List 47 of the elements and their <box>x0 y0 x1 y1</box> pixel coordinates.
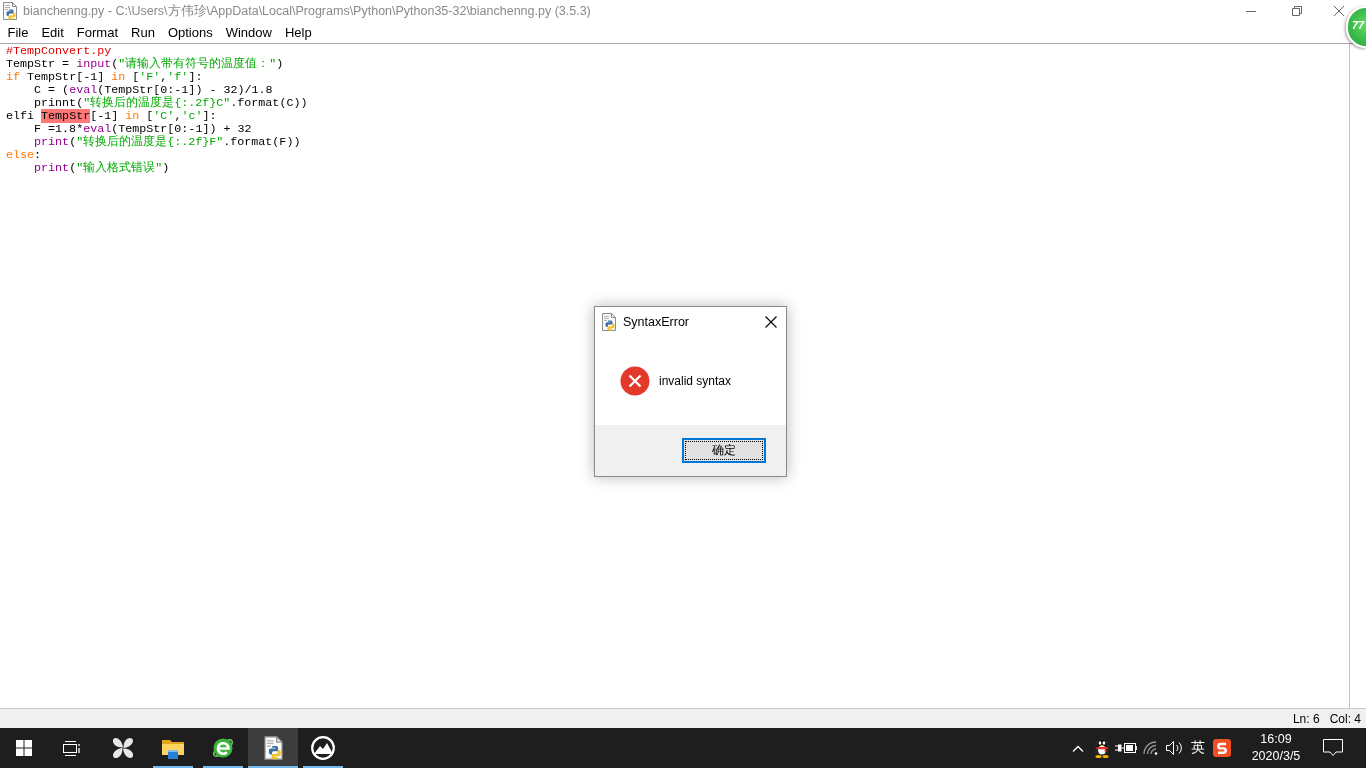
clock-time: 16:09 <box>1260 731 1292 748</box>
wifi-icon <box>1142 741 1158 755</box>
menu-item[interactable]: File <box>1 25 35 40</box>
python-file-icon <box>262 736 284 760</box>
pinwheel-icon <box>112 737 134 759</box>
ok-button[interactable]: 确定 <box>682 438 766 463</box>
battery-charging-icon <box>1115 742 1137 754</box>
ime-logo-icon <box>1213 739 1231 757</box>
mountain-icon <box>311 736 335 760</box>
code-line: #TempConvert.py <box>6 45 112 58</box>
code-line: F =1.8*eval(TempStr[0:-1]) + 32 <box>34 123 252 136</box>
input-mode-indicator[interactable]: 英 <box>1186 728 1210 768</box>
menu-item[interactable]: Window <box>219 25 279 40</box>
folder-icon <box>161 737 185 759</box>
code-line: elfi TempStr[-1] in ['C','c']: <box>6 110 217 123</box>
taskbar-app-button[interactable] <box>248 728 298 768</box>
code-line: print("输入格式错误") <box>34 162 170 175</box>
code-line: if TempStr[-1] in ['F','f']: <box>6 71 203 84</box>
speech-bubble-icon <box>1323 739 1343 757</box>
column-number-status: Col: 4 <box>1329 711 1361 726</box>
clock-date: 2020/3/5 <box>1251 748 1301 765</box>
python-file-icon <box>601 312 617 331</box>
speaker-icon <box>1165 740 1183 756</box>
task-view-icon <box>62 740 80 756</box>
chevron-up-icon <box>1072 744 1084 752</box>
menu-item[interactable]: Edit <box>34 25 71 40</box>
code-line: else: <box>6 149 42 162</box>
menu-item[interactable]: Options <box>161 25 220 40</box>
menu-item[interactable]: Help <box>278 25 319 40</box>
error-icon <box>620 365 650 396</box>
windows-logo-icon <box>16 740 32 756</box>
code-line: TempStr = input("请输入带有符号的温度值：") <box>6 58 284 71</box>
line-number-status: Ln: 6 <box>1292 711 1320 726</box>
close-icon <box>1334 6 1344 16</box>
restore-icon <box>1292 6 1302 16</box>
code-line: print("转换后的温度是{:.2f}F".format(F)) <box>34 136 301 149</box>
dialog-message: invalid syntax <box>659 373 732 388</box>
window-title: bianchenng.py - C:\Users\方伟珍\AppData\Local\Programs\Python\Python35-32\bianchenng.py (3.5.3) <box>23 2 592 20</box>
e-logo-icon <box>211 736 235 760</box>
minimize-icon <box>1246 10 1256 12</box>
close-icon <box>765 315 777 328</box>
menu-item[interactable]: Run <box>124 25 162 40</box>
dialog-title: SyntaxError <box>623 314 690 329</box>
menu-item[interactable]: Format <box>70 25 125 40</box>
code-line: C = (eval(TempStr[0:-1]) - 32)/1.8 <box>34 84 273 97</box>
code-line: prinnt("转换后的温度是{:.2f}C".format(C)) <box>34 97 308 110</box>
penguin-icon <box>1094 738 1110 758</box>
